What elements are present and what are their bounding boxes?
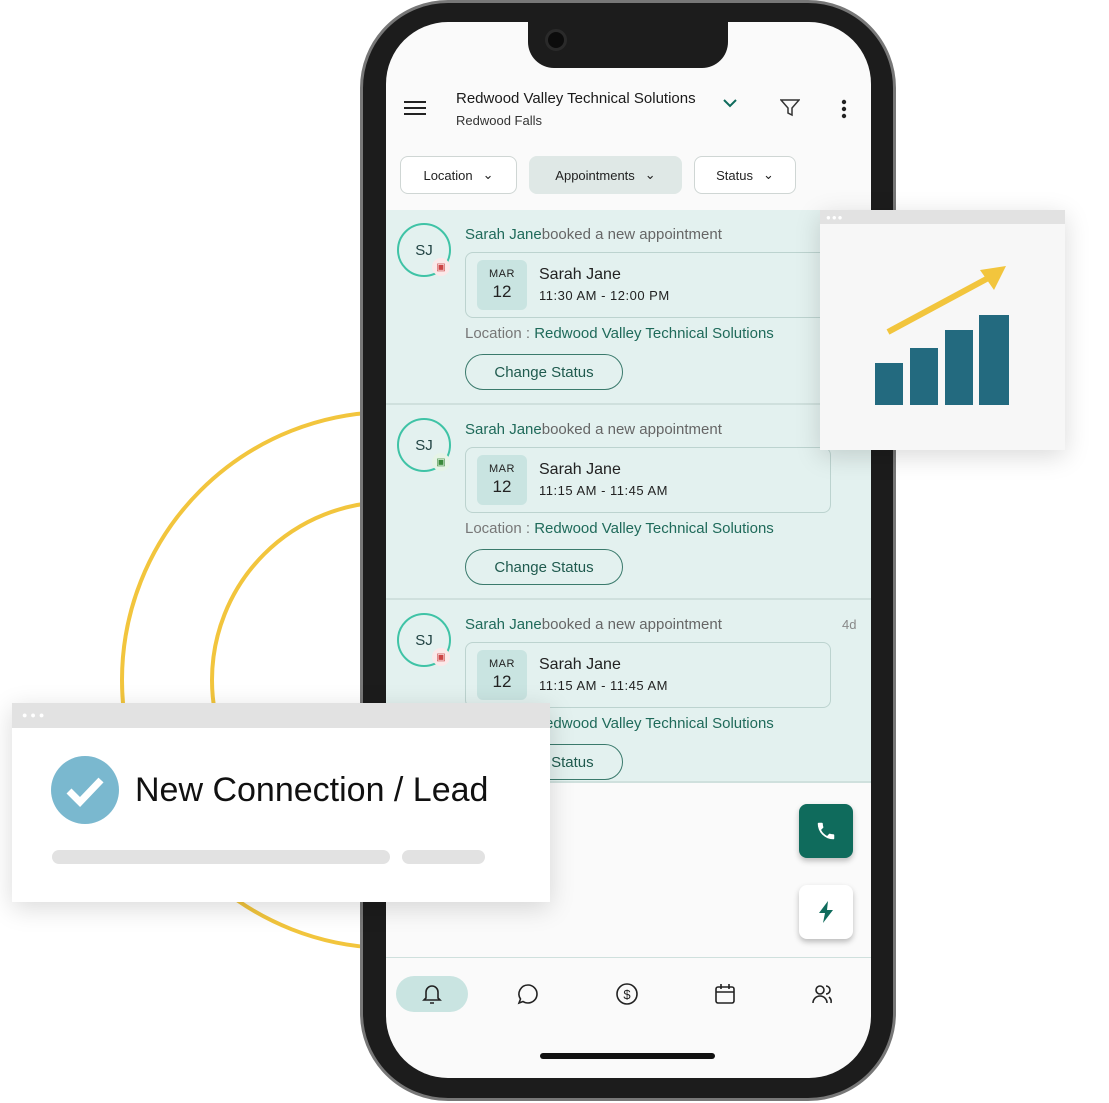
nav-calendar[interactable] <box>689 976 761 1012</box>
contact-link[interactable]: Sarah Jane <box>465 421 542 438</box>
svg-text:$: $ <box>623 987 631 1002</box>
contact-link[interactable]: Sarah Jane <box>465 616 542 633</box>
calendar-badge-icon: ▣ <box>432 453 450 471</box>
activity-action: booked a new appointment <box>541 616 722 633</box>
location-label: Location : <box>465 520 535 537</box>
appointment-contact: Sarah Jane <box>539 656 621 673</box>
chevron-down-icon: ⌄ <box>762 167 774 182</box>
menu-icon[interactable] <box>404 100 426 116</box>
trend-arrow <box>886 273 994 335</box>
date-badge: MAR 12 <box>477 455 527 505</box>
call-button[interactable] <box>799 804 853 858</box>
location-value: Redwood Valley Technical Solutions <box>534 520 774 537</box>
nav-dollar[interactable]: $ <box>591 976 663 1012</box>
lead-title: New Connection / Lead <box>135 771 489 809</box>
window-titlebar: ●●● <box>12 703 550 728</box>
avatar-initials: SJ <box>415 436 433 454</box>
activity-headline: Sarah Janebooked a new appointment <box>465 616 722 633</box>
appointment-time: 11:30 AM - 12:00 PM <box>539 288 670 303</box>
calendar-badge-icon: ▣ <box>432 648 450 666</box>
growth-chart-window: ●●● <box>820 210 1065 450</box>
location-label: Location : <box>465 325 535 342</box>
location-line: Location : Redwood Valley Technical Solu… <box>465 520 774 537</box>
filter-label: Status <box>716 167 753 183</box>
button-label: Change Status <box>494 558 594 576</box>
appointment-time: 11:15 AM - 11:45 AM <box>539 678 668 693</box>
calendar-badge-icon: ▣ <box>432 258 450 276</box>
chat-icon <box>517 984 538 1005</box>
new-lead-window: ●●● New Connection / Lead <box>12 703 550 902</box>
appointment-contact: Sarah Jane <box>539 461 621 478</box>
activity-headline: Sarah Janebooked a new appointment <box>465 421 722 438</box>
nav-bell[interactable] <box>396 976 468 1012</box>
chevron-down-icon: ⌄ <box>482 167 494 182</box>
account-subtitle: Redwood Falls <box>456 113 542 128</box>
month: MAR <box>489 463 515 475</box>
lightning-icon <box>819 901 833 923</box>
camera-icon <box>545 29 567 51</box>
check-circle-icon <box>51 756 119 824</box>
chevron-down-icon[interactable] <box>723 98 737 108</box>
placeholder-line <box>402 850 485 864</box>
location-line: Location : Redwood Valley Technical Solu… <box>465 325 774 342</box>
contact-link[interactable]: Sarah Jane <box>465 226 542 243</box>
change-status-button[interactable]: Change Status <box>465 549 623 585</box>
account-title[interactable]: Redwood Valley Technical Solutions <box>456 90 696 107</box>
date-badge: MAR 12 <box>477 260 527 310</box>
window-titlebar: ●●● <box>820 210 1065 224</box>
filter-appointments[interactable]: Appointments ⌄ <box>529 156 682 194</box>
date-badge: MAR 12 <box>477 650 527 700</box>
location-value: Redwood Valley Technical Solutions <box>534 325 774 342</box>
activity-action: booked a new appointment <box>541 226 722 243</box>
change-status-button[interactable]: Change Status <box>465 354 623 390</box>
chevron-down-icon: ⌄ <box>644 167 656 182</box>
bell-icon <box>422 985 442 1004</box>
nav-contacts[interactable] <box>786 976 858 1012</box>
more-options-icon[interactable] <box>841 99 847 119</box>
filter-location[interactable]: Location ⌄ <box>400 156 517 194</box>
home-indicator <box>540 1053 715 1059</box>
filter-status[interactable]: Status ⌄ <box>694 156 796 194</box>
button-label: Change Status <box>494 363 594 381</box>
bar <box>979 315 1009 405</box>
month: MAR <box>489 268 515 280</box>
bar <box>875 363 903 405</box>
activity-headline: Sarah Janebooked a new appointment <box>465 226 722 243</box>
activity-action: booked a new appointment <box>541 421 722 438</box>
contacts-icon <box>812 985 832 1004</box>
day: 12 <box>492 672 512 691</box>
bottom-nav-divider <box>386 957 871 958</box>
placeholder-line <box>52 850 390 864</box>
avatar-initials: SJ <box>415 241 433 259</box>
time-ago: 4d <box>842 617 857 632</box>
nav-chat[interactable] <box>492 976 564 1012</box>
dollar-icon: $ <box>616 983 638 1005</box>
calendar-icon <box>715 984 735 1004</box>
filter-label: Location <box>423 167 473 183</box>
day: 12 <box>492 282 512 301</box>
appointment-time: 11:15 AM - 11:45 AM <box>539 483 668 498</box>
growth-illustration <box>875 266 1009 405</box>
bar <box>910 348 938 405</box>
day: 12 <box>492 477 512 496</box>
quick-action-button[interactable] <box>799 885 853 939</box>
location-value: Redwood Valley Technical Solutions <box>534 715 774 732</box>
appointment-contact: Sarah Jane <box>539 266 621 283</box>
filter-label: Appointments <box>555 167 635 183</box>
bar <box>945 330 973 405</box>
month: MAR <box>489 658 515 670</box>
avatar-initials: SJ <box>415 631 433 649</box>
phone-icon <box>817 822 835 840</box>
filter-icon[interactable] <box>780 99 800 117</box>
